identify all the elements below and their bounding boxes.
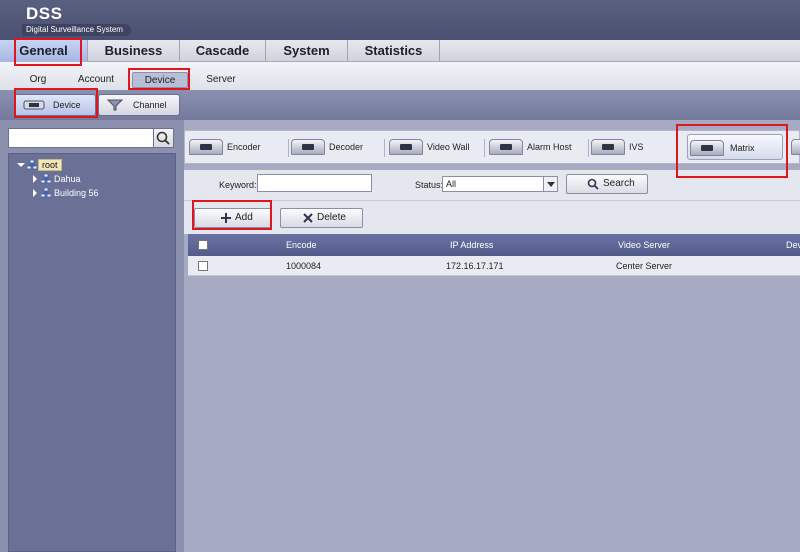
- search-button[interactable]: Search: [566, 174, 648, 194]
- sidebar: root Dahua Building 56: [0, 120, 184, 552]
- tab-statistics[interactable]: Statistics: [348, 40, 440, 62]
- search-icon: [587, 178, 599, 190]
- type-label: Alarm Host: [527, 142, 572, 152]
- expand-arrow-icon[interactable]: [33, 175, 37, 183]
- main-tab-bar: General Business Cascade System Statisti…: [0, 40, 800, 62]
- mode-bar: Device Channel: [0, 90, 800, 120]
- cell-encode: 1000084: [286, 261, 322, 271]
- org-tree: root Dahua Building 56: [8, 153, 176, 552]
- type-label: IVS: [629, 142, 644, 152]
- encoder-icon: [189, 139, 223, 155]
- alarm-host-icon: [489, 139, 523, 155]
- type-alarm-host-button[interactable]: Alarm Host: [487, 134, 587, 160]
- org-search-input[interactable]: [9, 129, 153, 147]
- type-video-wall-button[interactable]: Video Wall: [387, 134, 483, 160]
- org-icon: [41, 188, 51, 198]
- type-decoder-button[interactable]: Decoder: [289, 134, 383, 160]
- matrix-icon: [690, 140, 724, 156]
- type-label: Encoder: [227, 142, 261, 152]
- app-subtitle: Digital Surveillance System: [22, 24, 131, 36]
- tree-node-label: root: [38, 159, 62, 171]
- device-mode-button[interactable]: Device: [14, 94, 96, 116]
- close-icon: [303, 213, 313, 223]
- channel-mode-button[interactable]: Channel: [98, 94, 180, 116]
- delete-button[interactable]: Delete: [280, 208, 363, 228]
- type-ivs-button[interactable]: IVS: [589, 134, 679, 160]
- status-value: All: [446, 179, 457, 189]
- type-label: Matrix: [730, 143, 755, 153]
- tab-general[interactable]: General: [0, 40, 88, 62]
- app-logo: DSS: [26, 4, 63, 23]
- collapse-arrow-icon[interactable]: [17, 163, 25, 167]
- tree-node-label: Dahua: [54, 174, 81, 184]
- channel-filter-icon: [107, 99, 123, 111]
- search-icon: [156, 131, 170, 145]
- status-select[interactable]: All: [442, 176, 558, 192]
- add-button-label: Add: [235, 212, 253, 223]
- ivs-icon: [591, 139, 625, 155]
- plus-icon: [221, 213, 231, 223]
- cell-ip-address: 172.16.17.171: [446, 261, 504, 271]
- channel-mode-label: Channel: [133, 100, 167, 110]
- org-search-button[interactable]: [153, 129, 173, 147]
- tab-business[interactable]: Business: [88, 40, 180, 62]
- type-more-button[interactable]: [789, 134, 800, 160]
- divider: [384, 139, 385, 157]
- row-checkbox[interactable]: [198, 261, 208, 271]
- device-type-bar: Encoder Decoder Video Wall Alarm Host IV…: [184, 130, 800, 164]
- filter-row: Keyword: Status: All Search: [184, 170, 800, 200]
- cell-video-server: Center Server: [616, 261, 673, 271]
- sub-nav-device[interactable]: Device: [132, 72, 188, 88]
- chevron-down-icon[interactable]: [543, 177, 557, 191]
- type-matrix-button[interactable]: Matrix: [687, 134, 783, 160]
- column-header-ip-address: IP Address: [450, 240, 494, 250]
- delete-button-label: Delete: [317, 212, 346, 223]
- tree-node-label: Building 56: [54, 188, 99, 198]
- type-label: Video Wall: [427, 142, 470, 152]
- sub-nav-bar: Org Account Device Server: [0, 62, 800, 90]
- app-header: DSS Digital Surveillance System: [0, 0, 800, 40]
- sub-nav-account[interactable]: Account: [70, 72, 122, 88]
- video-wall-icon: [389, 139, 423, 155]
- sub-nav-org[interactable]: Org: [18, 72, 58, 88]
- type-label: Decoder: [329, 142, 364, 152]
- column-header-dev: Dev: [786, 240, 800, 250]
- column-header-encode: Encode: [286, 240, 317, 250]
- tab-cascade[interactable]: Cascade: [180, 40, 266, 62]
- device-table: Encode IP Address Video Server Dev 10000…: [188, 234, 800, 552]
- add-button[interactable]: Add: [194, 208, 272, 228]
- table-header: Encode IP Address Video Server Dev: [188, 234, 800, 256]
- device-mode-label: Device: [53, 100, 81, 110]
- org-icon: [27, 160, 37, 170]
- table-row[interactable]: 1000084 172.16.17.171 Center Server: [188, 256, 800, 276]
- main-content: Encoder Decoder Video Wall Alarm Host IV…: [184, 120, 800, 552]
- keyword-label: Keyword:: [219, 180, 257, 190]
- status-label: Status:: [415, 180, 444, 190]
- search-button-label: Search: [603, 178, 635, 189]
- column-header-video-server: Video Server: [618, 240, 670, 250]
- select-all-checkbox[interactable]: [198, 240, 208, 250]
- sub-nav-server[interactable]: Server: [196, 72, 246, 88]
- decoder-icon: [291, 139, 325, 155]
- expand-arrow-icon[interactable]: [33, 189, 37, 197]
- org-icon: [41, 174, 51, 184]
- device-icon: [791, 139, 800, 155]
- tab-system[interactable]: System: [266, 40, 348, 62]
- type-encoder-button[interactable]: Encoder: [187, 134, 287, 160]
- org-search-box: [8, 128, 174, 148]
- device-icon: [23, 100, 45, 110]
- keyword-input[interactable]: [257, 174, 372, 192]
- action-row: Add Delete: [184, 200, 800, 234]
- divider: [484, 139, 485, 157]
